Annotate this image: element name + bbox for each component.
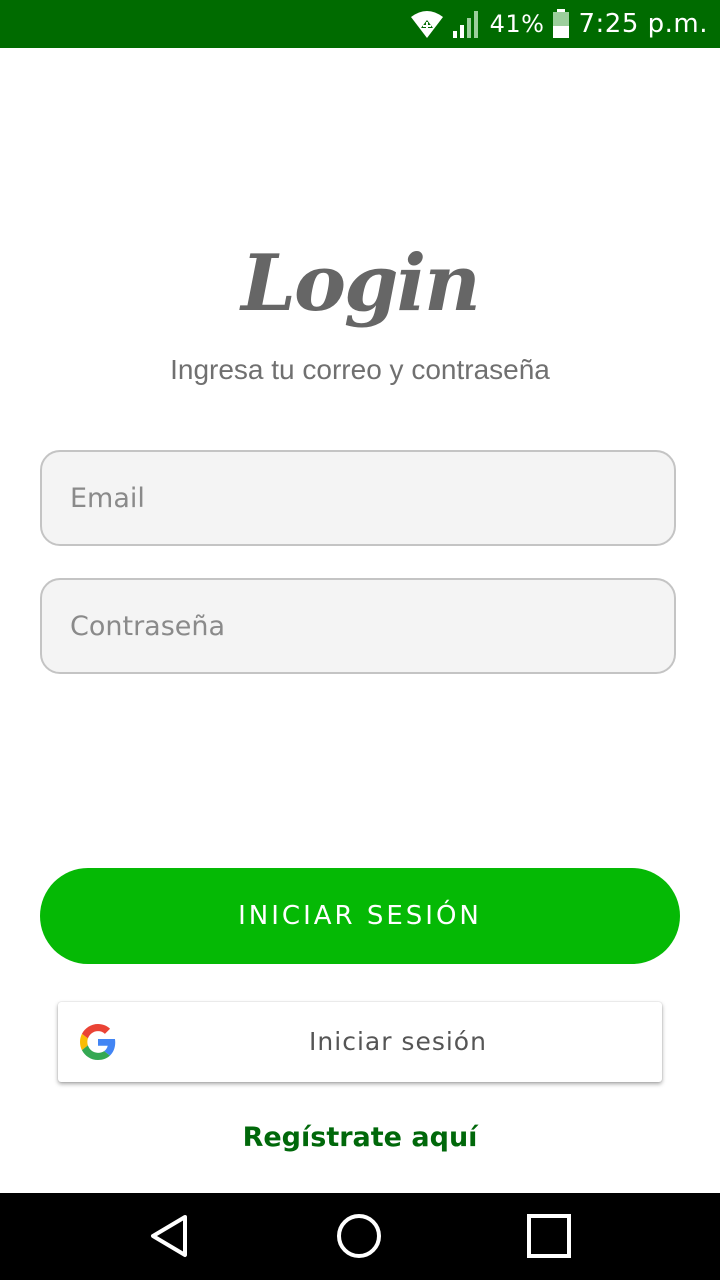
google-signin-button[interactable]: Iniciar sesión (58, 1002, 662, 1082)
password-field[interactable] (40, 578, 676, 674)
clock: 7:25 p.m. (578, 9, 708, 39)
email-field[interactable] (40, 450, 676, 546)
login-screen: 41% 7:25 p.m. Login Ingresa tu correo y … (0, 0, 720, 1280)
wifi-icon (410, 11, 443, 38)
navigation-bar (0, 1193, 720, 1280)
login-title: Login (241, 238, 481, 329)
register-link[interactable]: Regístrate aquí (0, 1122, 720, 1153)
google-signin-label: Iniciar sesión (309, 1027, 487, 1056)
recent-square-icon[interactable] (524, 1211, 574, 1261)
login-subtitle: Ingresa tu correo y contraseña (170, 354, 550, 385)
login-button[interactable]: INICIAR SESIÓN (40, 868, 680, 964)
battery-icon (553, 9, 570, 38)
signal-icon (452, 11, 478, 38)
back-triangle-icon[interactable] (145, 1211, 195, 1261)
status-bar: 41% 7:25 p.m. (0, 0, 720, 48)
status-icons: 41% 7:25 p.m. (410, 0, 708, 48)
home-circle-icon[interactable] (334, 1211, 384, 1261)
battery-percent: 41% (489, 10, 545, 38)
